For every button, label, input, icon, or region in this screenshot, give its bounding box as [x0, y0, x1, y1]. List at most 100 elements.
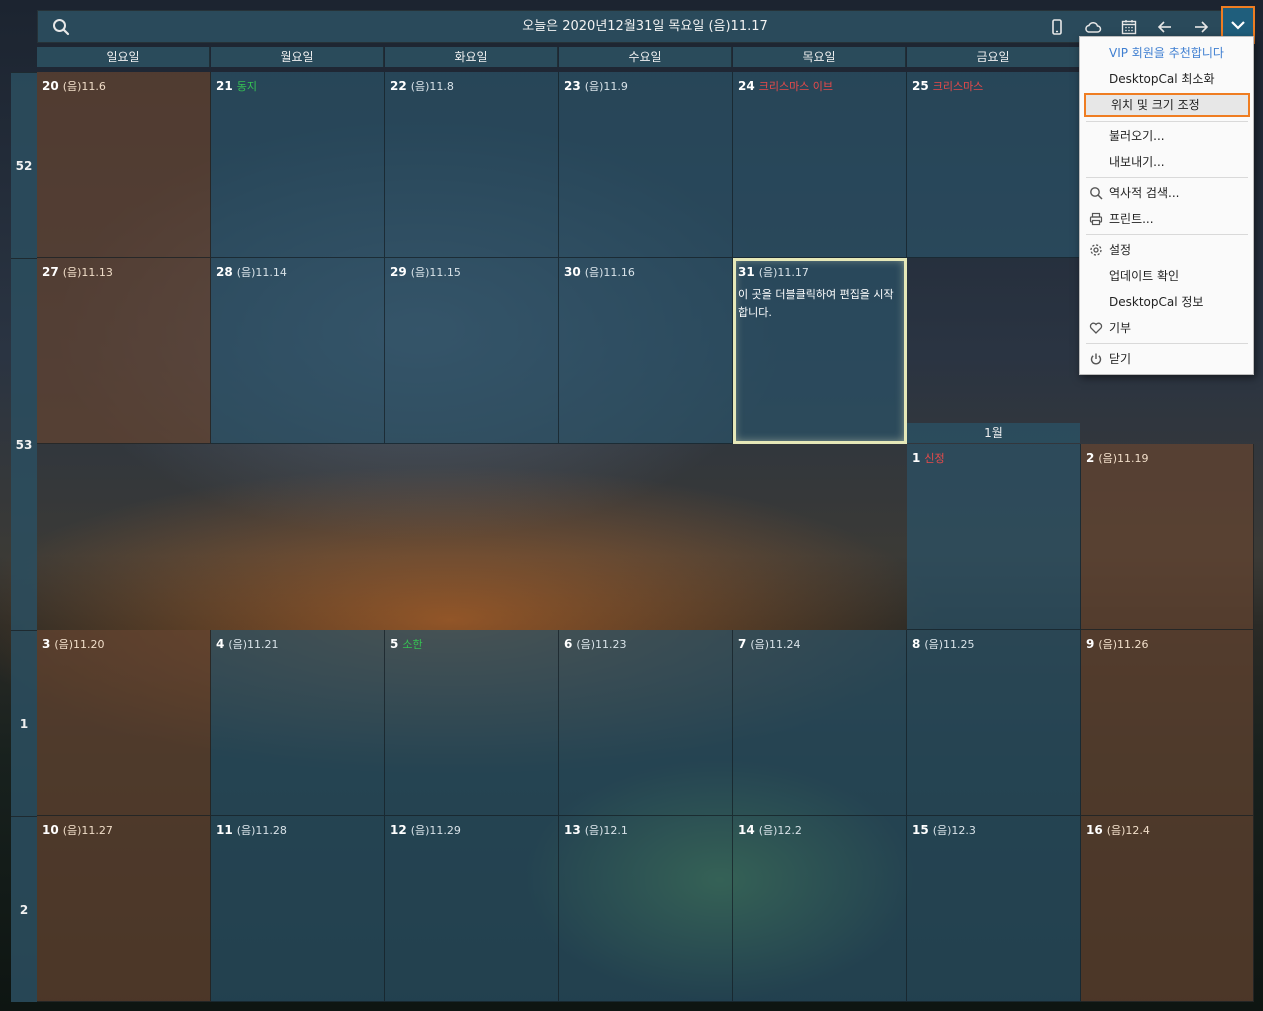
- week-number: 52: [11, 72, 37, 258]
- day-number: 27: [42, 265, 59, 279]
- mobile-button[interactable]: [1042, 12, 1072, 42]
- menu-item-label: 역사적 검색...: [1109, 186, 1180, 200]
- day-number: 21: [216, 79, 233, 93]
- day-cell-today[interactable]: 31 (음)11.17 이 곳을 더블클릭하여 편집을 시작합니다.: [733, 258, 907, 444]
- gear-icon: [1090, 244, 1102, 256]
- day-number: 11: [216, 823, 233, 837]
- day-number: 31: [738, 265, 755, 279]
- lunar-date: (음)11.14: [236, 266, 287, 279]
- day-cell-jan-1[interactable]: 1 신정: [907, 444, 1081, 630]
- menu-separator: [1086, 177, 1248, 178]
- day-cell-jan-11[interactable]: 11 (음)11.28: [211, 816, 385, 1002]
- day-cell-dec-28[interactable]: 28 (음)11.14: [211, 258, 385, 444]
- day-cell-jan-2[interactable]: 2 (음)11.19: [1081, 444, 1254, 630]
- menu-item-export[interactable]: 내보내기...: [1084, 150, 1250, 174]
- day-cell-dec-22[interactable]: 22 (음)11.8: [385, 72, 559, 258]
- day-number: 24: [738, 79, 755, 93]
- day-cell-jan-9[interactable]: 9 (음)11.26: [1081, 630, 1254, 816]
- holiday-label: 크리스마스 이브: [758, 80, 834, 93]
- day-cell-jan-10[interactable]: 10 (음)11.27: [37, 816, 211, 1002]
- day-cell-jan-5[interactable]: 5 소한: [385, 630, 559, 816]
- solar-term-label: 동지: [236, 80, 257, 93]
- menu-item-vip[interactable]: VIP 회원을 추천합니다: [1084, 41, 1250, 65]
- menu-item-donate[interactable]: 기부: [1084, 316, 1250, 340]
- menu-item-settings[interactable]: 설정: [1084, 238, 1250, 262]
- week-number: 1: [11, 630, 37, 816]
- day-cell-dec-21[interactable]: 21 동지: [211, 72, 385, 258]
- day-number: 22: [390, 79, 407, 93]
- day-cell-jan-15[interactable]: 15 (음)12.3: [907, 816, 1081, 1002]
- menu-item-print[interactable]: 프린트...: [1084, 207, 1250, 231]
- day-cell-dec-23[interactable]: 23 (음)11.9: [559, 72, 733, 258]
- menu-item-label: 프린트...: [1109, 212, 1154, 226]
- day-cell-dec-30[interactable]: 30 (음)11.16: [559, 258, 733, 444]
- lunar-date: (음)11.13: [62, 266, 113, 279]
- day-cell-jan-7[interactable]: 7 (음)11.24: [733, 630, 907, 816]
- day-cell-jan-8[interactable]: 8 (음)11.25: [907, 630, 1081, 816]
- lunar-date: (음)12.2: [758, 824, 802, 837]
- day-header-fri: 금요일: [907, 47, 1080, 67]
- lunar-date: (음)11.20: [54, 638, 105, 651]
- day-number: 3: [42, 637, 51, 651]
- day-header-tue: 화요일: [385, 47, 558, 67]
- printer-icon: [1089, 212, 1103, 226]
- day-number: 10: [42, 823, 59, 837]
- day-cell-dec-29[interactable]: 29 (음)11.15: [385, 258, 559, 444]
- lunar-date: (음)11.16: [584, 266, 635, 279]
- day-cell-jan-12[interactable]: 12 (음)11.29: [385, 816, 559, 1002]
- day-number: 12: [390, 823, 407, 837]
- lunar-date: (음)11.15: [410, 266, 461, 279]
- day-cell-dec-27[interactable]: 27 (음)11.13: [37, 258, 211, 444]
- lunar-date: (음)11.8: [410, 80, 454, 93]
- day-number: 20: [42, 79, 59, 93]
- menu-item-minimize[interactable]: DesktopCal 최소화: [1084, 67, 1250, 91]
- menu-item-close[interactable]: 닫기: [1084, 347, 1250, 371]
- menu-separator: [1086, 121, 1248, 122]
- lunar-date: (음)11.29: [410, 824, 461, 837]
- lunar-date: (음)12.3: [932, 824, 976, 837]
- cell-note[interactable]: 이 곳을 더블클릭하여 편집을 시작합니다.: [738, 286, 902, 322]
- day-cell-dec-25[interactable]: 25 크리스마스: [907, 72, 1081, 258]
- mobile-icon: [1052, 19, 1062, 35]
- holiday-label: 신정: [924, 452, 945, 465]
- day-cell-jan-14[interactable]: 14 (음)12.2: [733, 816, 907, 1002]
- day-number: 4: [216, 637, 225, 651]
- menu-item-import[interactable]: 불러오기...: [1084, 124, 1250, 148]
- lunar-date: (음)11.24: [750, 638, 801, 651]
- search-button[interactable]: [46, 12, 76, 42]
- day-header-sun: 일요일: [37, 47, 210, 67]
- week-number: 53: [11, 258, 37, 630]
- lunar-date: (음)11.28: [236, 824, 287, 837]
- menu-item-about[interactable]: DesktopCal 정보: [1084, 290, 1250, 314]
- main-dropdown-menu: VIP 회원을 추천합니다 DesktopCal 최소화 위치 및 크기 조정 …: [1079, 36, 1254, 375]
- day-number: 2: [1086, 451, 1095, 465]
- arrow-left-icon: [1157, 21, 1171, 33]
- lunar-date: (음)12.1: [584, 824, 628, 837]
- chevron-down-icon: [1231, 21, 1245, 30]
- menu-item-position-size[interactable]: 위치 및 크기 조정: [1084, 93, 1250, 117]
- day-number: 14: [738, 823, 755, 837]
- lunar-date: (음)11.26: [1098, 638, 1149, 651]
- day-number: 30: [564, 265, 581, 279]
- day-number: 6: [564, 637, 573, 651]
- lunar-date: (음)11.6: [62, 80, 106, 93]
- day-number: 15: [912, 823, 929, 837]
- arrow-right-icon: [1195, 21, 1209, 33]
- day-cell-jan-13[interactable]: 13 (음)12.1: [559, 816, 733, 1002]
- lunar-date: (음)11.23: [576, 638, 627, 651]
- lunar-date: (음)11.17: [758, 266, 809, 279]
- day-cell-jan-4[interactable]: 4 (음)11.21: [211, 630, 385, 816]
- day-number: 29: [390, 265, 407, 279]
- menu-item-check-update[interactable]: 업데이트 확인: [1084, 264, 1250, 288]
- menu-item-history-search[interactable]: 역사적 검색...: [1084, 181, 1250, 205]
- lunar-date: (음)11.27: [62, 824, 113, 837]
- day-number: 28: [216, 265, 233, 279]
- menu-separator: [1086, 343, 1248, 344]
- day-cell-jan-16[interactable]: 16 (음)12.4: [1081, 816, 1254, 1002]
- menu-item-label: 기부: [1109, 321, 1132, 335]
- day-cell-dec-20[interactable]: 20 (음)11.6: [37, 72, 211, 258]
- day-cell-jan-3[interactable]: 3 (음)11.20: [37, 630, 211, 816]
- day-cell-dec-24[interactable]: 24 크리스마스 이브: [733, 72, 907, 258]
- lunar-date: (음)12.4: [1106, 824, 1150, 837]
- day-cell-jan-6[interactable]: 6 (음)11.23: [559, 630, 733, 816]
